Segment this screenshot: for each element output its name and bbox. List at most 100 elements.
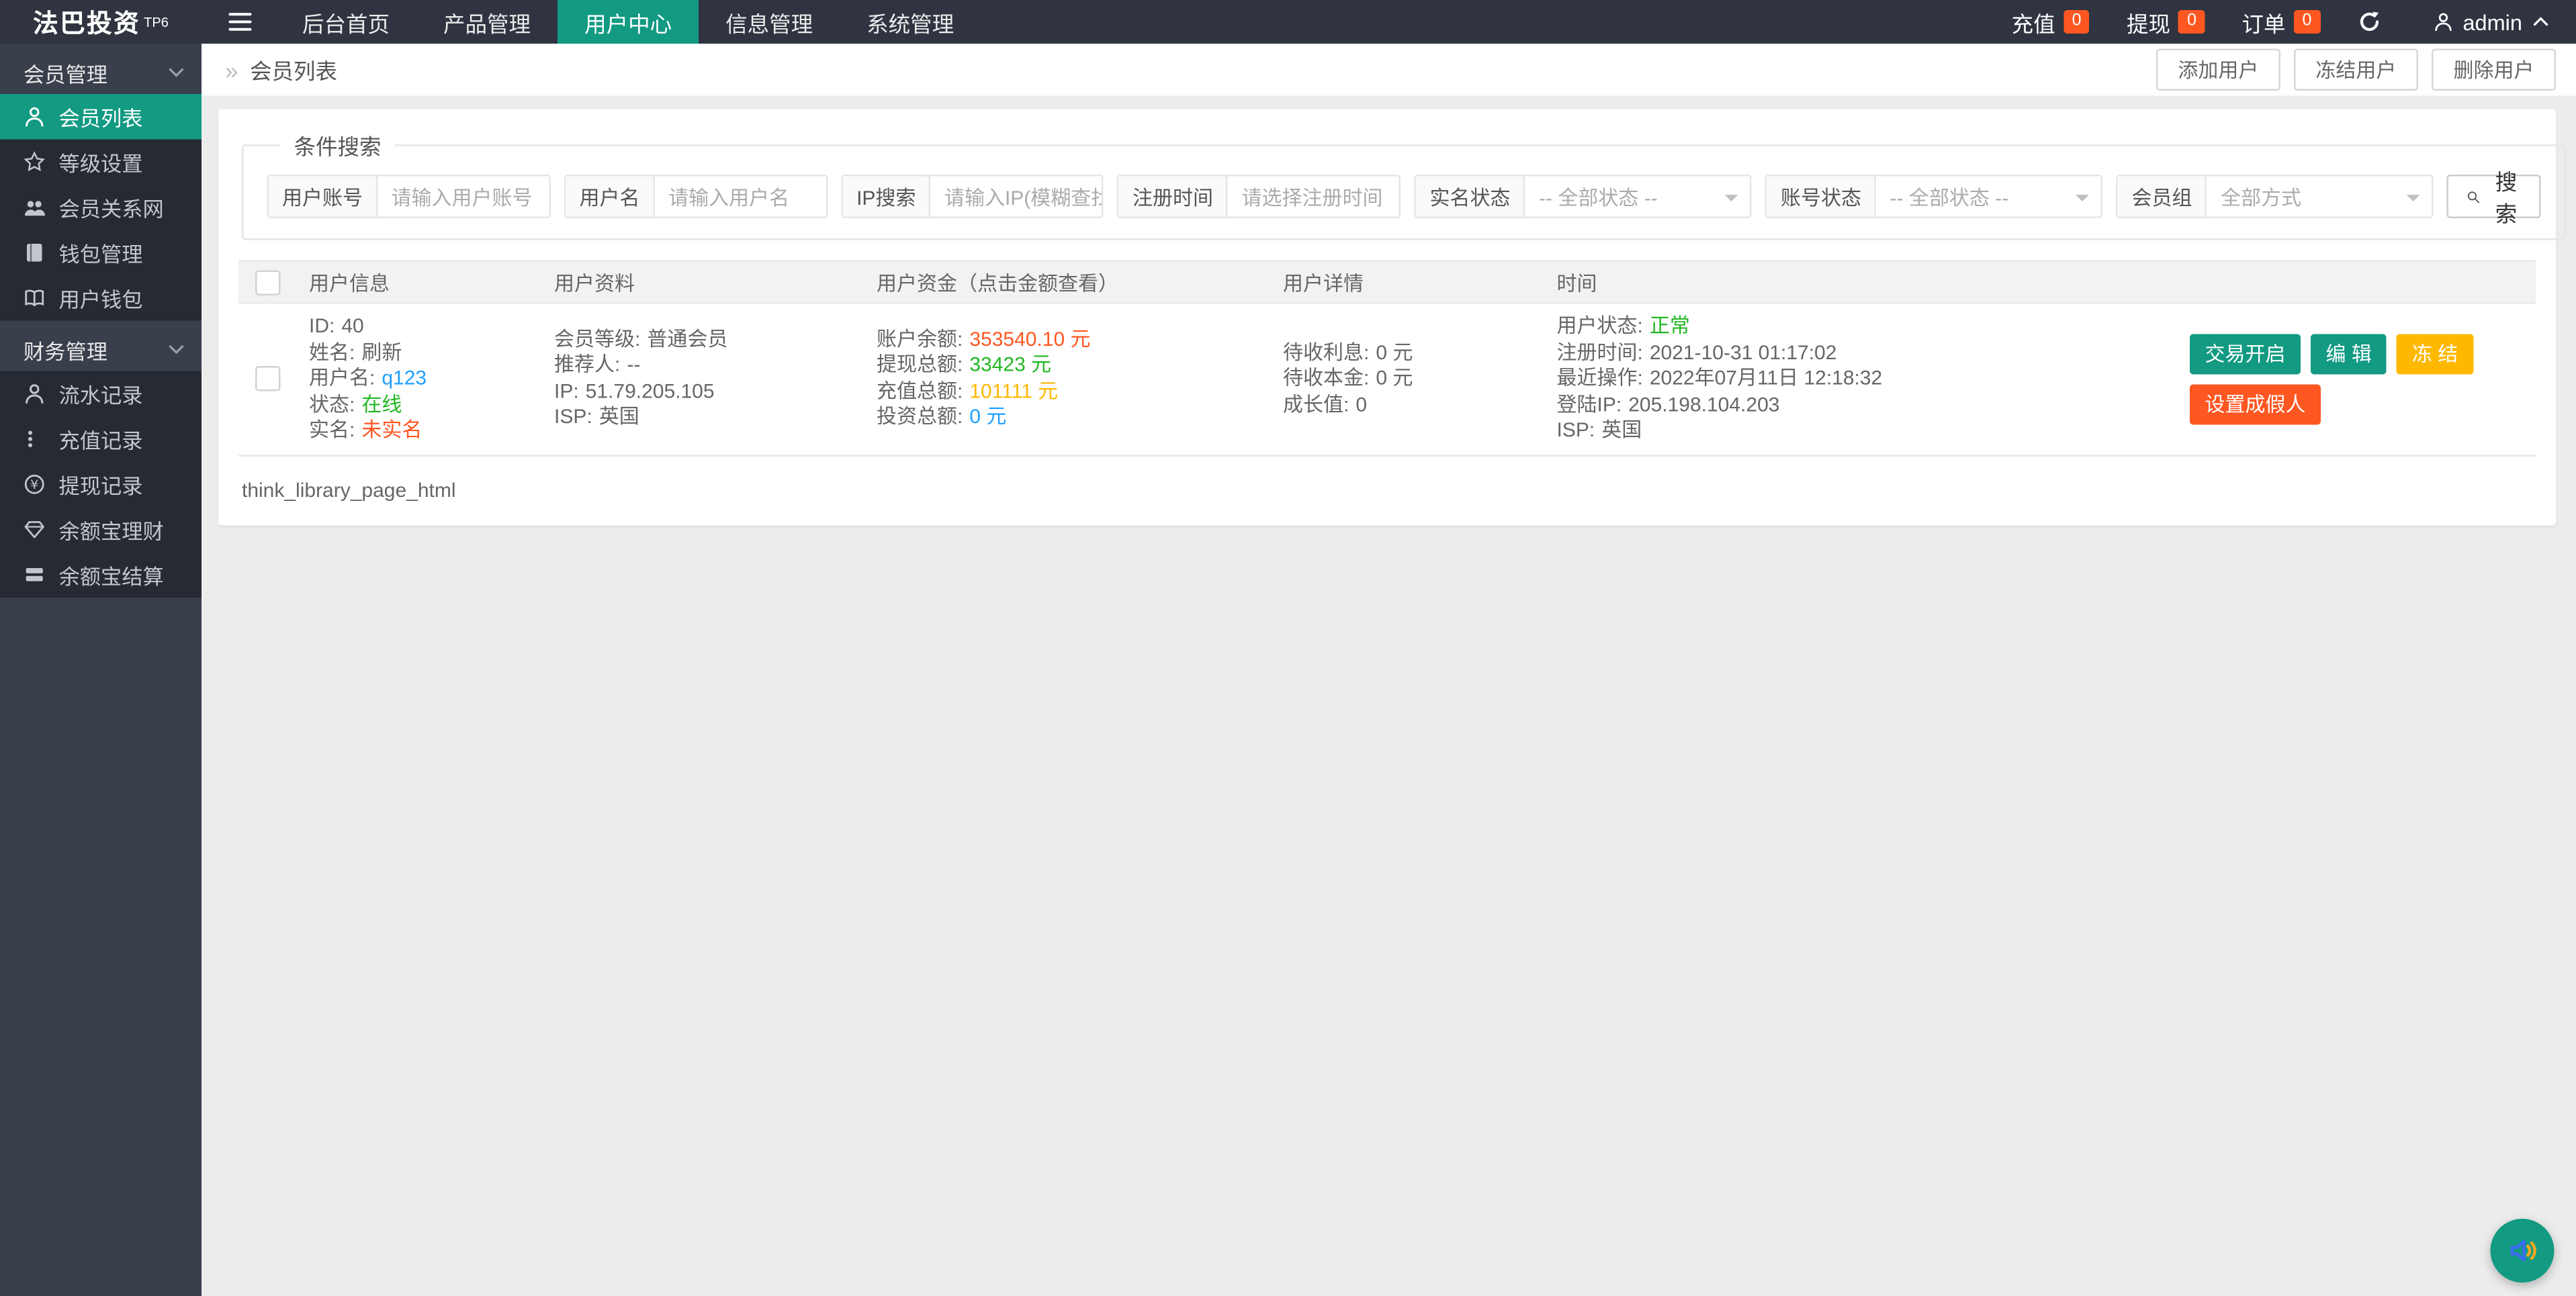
field-value: 全部方式: [2221, 185, 2302, 210]
search-field-input[interactable]: -- 全部状态 --: [1525, 177, 1750, 217]
time-line: 用户状态: 正常: [1556, 314, 1690, 338]
search-field: 账号状态 -- 全部状态 --: [1765, 175, 2104, 218]
brand-logo: 法巴投资 TP6: [0, 0, 202, 44]
sidebar-item-label: 会员关系网: [58, 198, 164, 222]
select-all-checkbox[interactable]: [254, 269, 280, 295]
sidebar-group-member-management[interactable]: 会员管理: [0, 50, 202, 94]
user-menu[interactable]: admin: [2399, 9, 2576, 34]
search-button[interactable]: 搜 索: [2447, 170, 2542, 227]
details-line: 成长值: 0: [1283, 391, 1368, 416]
row-action-button[interactable]: 交易开启: [2190, 333, 2301, 374]
sidebar-item-member-network[interactable]: 会员关系网: [0, 185, 202, 230]
top-nav-item[interactable]: 信息管理: [699, 0, 840, 44]
info-line: 状态: 在线: [309, 391, 402, 416]
field-value: -- 全部状态 --: [1539, 185, 1658, 210]
top-nav-item[interactable]: 后台首页: [275, 0, 416, 44]
top-bar: 法巴投资 TP6 后台首页 产品管理 用户中心 信息管理 系统管理 充值 0 提现 0: [0, 0, 2576, 44]
info-line: 用户名: q123: [309, 366, 427, 389]
search-field: 用户账号 请输入用户账号: [267, 175, 551, 218]
cell-user-profile: 会员等级: 普通会员 推荐人: -- IP: 51.79.205.105 ISP: 英国: [541, 327, 863, 431]
field-value: -- 全部状态 --: [1890, 185, 2009, 210]
search-row: 用户账号 请输入用户账号 用户名 请输入用户名 IP搜索 请输入IP(模糊查找)…: [267, 170, 2542, 227]
svg-text:¥: ¥: [30, 478, 38, 492]
table-row: ID: 40 姓名: 刷新 用户名: q123 状态: 在线 实名: 未实名 会员等级: 普通会员推…: [238, 304, 2536, 456]
sound-toggle-button[interactable]: [2490, 1219, 2555, 1283]
chevron-down-icon: [1725, 195, 1739, 208]
hamburger-icon[interactable]: [215, 0, 265, 44]
speaker-icon: [2510, 1240, 2536, 1262]
column-header: 时间: [1556, 271, 1597, 295]
sidebar-item-yuebao-finance[interactable]: 余额宝理财: [0, 507, 202, 553]
sidebar-item-recharge-records[interactable]: 充值记录: [0, 416, 202, 462]
sidebar-item-member-list[interactable]: 会员列表: [0, 94, 202, 140]
member-list-card: 条件搜索 用户账号 请输入用户账号 用户名 请输入用户名 IP搜索 请输入IP(…: [218, 109, 2567, 525]
stat-label: 订单: [2241, 11, 2286, 36]
sidebar-item-withdrawal-records[interactable]: ¥ 提现记录: [0, 462, 202, 508]
time-line: ISP: 英国: [1556, 418, 1642, 442]
chevron-up-icon: [2533, 17, 2548, 26]
sidebar-item-label: 钱包管理: [58, 243, 143, 267]
topbar-stat[interactable]: 订单 0: [2223, 0, 2338, 44]
search-field-label: 注册时间: [1118, 176, 1229, 217]
page-title: 会员列表: [249, 58, 338, 85]
brand-name: 法巴投资: [33, 9, 141, 38]
sidebar: 会员管理 会员列表 等级设置 会员关系网 钱包管理 用户钱包 财务管理 流水记录…: [0, 44, 202, 1296]
sidebar-item-wallet-management[interactable]: 钱包管理: [0, 230, 202, 276]
stat-badge: 0: [2294, 10, 2320, 34]
page-action-button[interactable]: 删除用户: [2431, 48, 2556, 91]
sidebar-item-yuebao-settlement[interactable]: 余额宝结算: [0, 553, 202, 598]
page-action-button[interactable]: 冻结用户: [2293, 48, 2418, 91]
row-action-button[interactable]: 冻 结: [2397, 333, 2473, 374]
sidebar-item-label: 会员列表: [58, 107, 143, 131]
sidebar-item-level-settings[interactable]: 等级设置: [0, 140, 202, 185]
members-table: 用户信息 用户资料 用户资金（点击金额查看） 用户详情 时间 ID: 40 姓名: 刷新 用户名…: [238, 260, 2536, 456]
double-chevron-icon: »: [225, 56, 238, 83]
sidebar-item-user-wallet[interactable]: 用户钱包: [0, 275, 202, 321]
topbar-stat[interactable]: 充值 0: [1993, 0, 2108, 44]
cell-user-info: ID: 40 姓名: 刷新 用户名: q123 状态: 在线 实名: 未实名: [296, 314, 541, 445]
column-header: 用户资金（点击金额查看）: [877, 271, 1119, 295]
top-nav: 后台首页 产品管理 用户中心 信息管理 系统管理: [275, 0, 981, 44]
search-fields: 用户账号 请输入用户账号 用户名 请输入用户名 IP搜索 请输入IP(模糊查找)…: [267, 175, 2434, 218]
time-line: 登陆IP: 205.198.104.203: [1556, 391, 1780, 416]
top-nav-item[interactable]: 产品管理: [416, 0, 558, 44]
top-nav-item[interactable]: 系统管理: [840, 0, 981, 44]
search-field-input[interactable]: 请输入用户名: [655, 177, 826, 217]
users-icon: [25, 201, 45, 216]
open-book-icon: [25, 289, 44, 307]
row-action-button[interactable]: 设置成假人: [2190, 383, 2321, 424]
funds-line: 提现总额: 33423 元: [877, 353, 1052, 377]
sidebar-submenu: 会员列表 等级设置 会员关系网 钱包管理 用户钱包: [0, 94, 202, 321]
top-nav-item[interactable]: 用户中心: [558, 0, 699, 44]
row-action-button[interactable]: 编 辑: [2311, 333, 2387, 374]
search-field-input[interactable]: 全部方式: [2207, 177, 2432, 217]
sidebar-group-label: 会员管理: [24, 62, 108, 87]
table-header-row: 用户信息 用户资料 用户资金（点击金额查看） 用户详情 时间: [238, 260, 2536, 304]
field-placeholder: 请输入用户账号: [391, 185, 533, 210]
book-icon: [27, 244, 42, 262]
sidebar-group-finance-management[interactable]: 财务管理: [0, 328, 202, 371]
search-field-input[interactable]: 请选择注册时间: [1228, 177, 1399, 217]
field-placeholder: 请输入IP(模糊查找): [944, 185, 1102, 210]
dots-vertical-icon: [28, 430, 32, 447]
row-checkbox[interactable]: [254, 366, 280, 392]
breadcrumb: » 会员列表: [225, 54, 337, 86]
chevron-down-icon: [169, 68, 184, 77]
stat-badge: 0: [2178, 10, 2205, 34]
table-header-cells: 用户信息 用户资料 用户资金（点击金额查看） 用户详情 时间: [296, 268, 2536, 297]
info-line: ID: 40: [309, 314, 364, 338]
sidebar-item-label: 充值记录: [58, 430, 143, 453]
search-icon: [2468, 190, 2481, 203]
search-field-input[interactable]: 请输入IP(模糊查找): [931, 177, 1102, 217]
search-field-input[interactable]: -- 全部状态 --: [1877, 177, 2102, 217]
topbar-stat[interactable]: 提现 0: [2108, 0, 2223, 44]
info-line: 姓名: 刷新: [309, 340, 402, 364]
search-legend: 条件搜索: [294, 134, 382, 160]
refresh-icon[interactable]: [2338, 10, 2399, 34]
profile-line: 会员等级: 普通会员: [554, 326, 728, 351]
sidebar-item-transaction-records[interactable]: 流水记录: [0, 371, 202, 417]
cell-user-funds: 账户余额: 353540.10 元提现总额: 33423 元充值总额: 101111 …: [863, 327, 1270, 431]
page-action-button[interactable]: 添加用户: [2156, 48, 2280, 91]
search-field-input[interactable]: 请输入用户账号: [378, 177, 549, 217]
funds-line: 账户余额: 353540.10 元: [877, 326, 1091, 351]
